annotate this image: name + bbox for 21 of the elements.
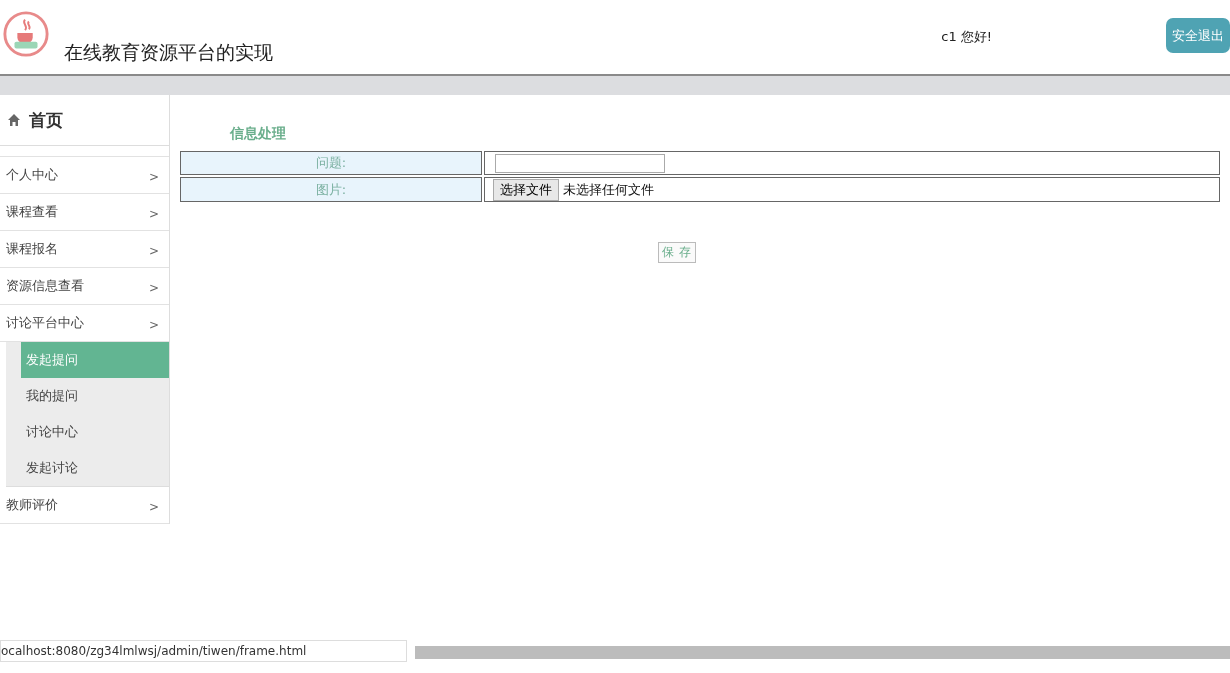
file-status: 未选择任何文件	[563, 182, 654, 197]
form-title: 信息处理	[230, 125, 287, 143]
menu-item[interactable]: 资源信息查看 >	[0, 268, 169, 305]
java-logo-icon	[2, 10, 50, 58]
choose-file-button[interactable]: 选择文件	[493, 179, 559, 201]
field-label: 问题:	[180, 151, 482, 175]
user-greeting: c1 您好!	[941, 28, 992, 46]
menu-item[interactable]: 教师评价 >	[0, 487, 169, 524]
submenu-item[interactable]: 讨论中心	[21, 414, 169, 450]
question-input[interactable]	[495, 154, 665, 173]
home-link[interactable]: 首页	[29, 108, 63, 132]
submenu-item[interactable]: 发起讨论	[21, 450, 169, 486]
field-label: 图片:	[180, 177, 482, 202]
submenu-item[interactable]: 我的提问	[21, 378, 169, 414]
menu-item[interactable]: 课程查看 >	[0, 194, 169, 231]
menu-item[interactable]: 个人中心 >	[0, 157, 169, 194]
scrollbar[interactable]	[415, 646, 1230, 659]
site-title: 在线教育资源平台的实现	[64, 40, 273, 65]
status-url: ocalhost:8080/zg34lmlwsj/admin/tiwen/frame.html	[0, 640, 407, 662]
menu-item[interactable]: 课程报名 >	[0, 231, 169, 268]
home-icon	[7, 113, 21, 127]
